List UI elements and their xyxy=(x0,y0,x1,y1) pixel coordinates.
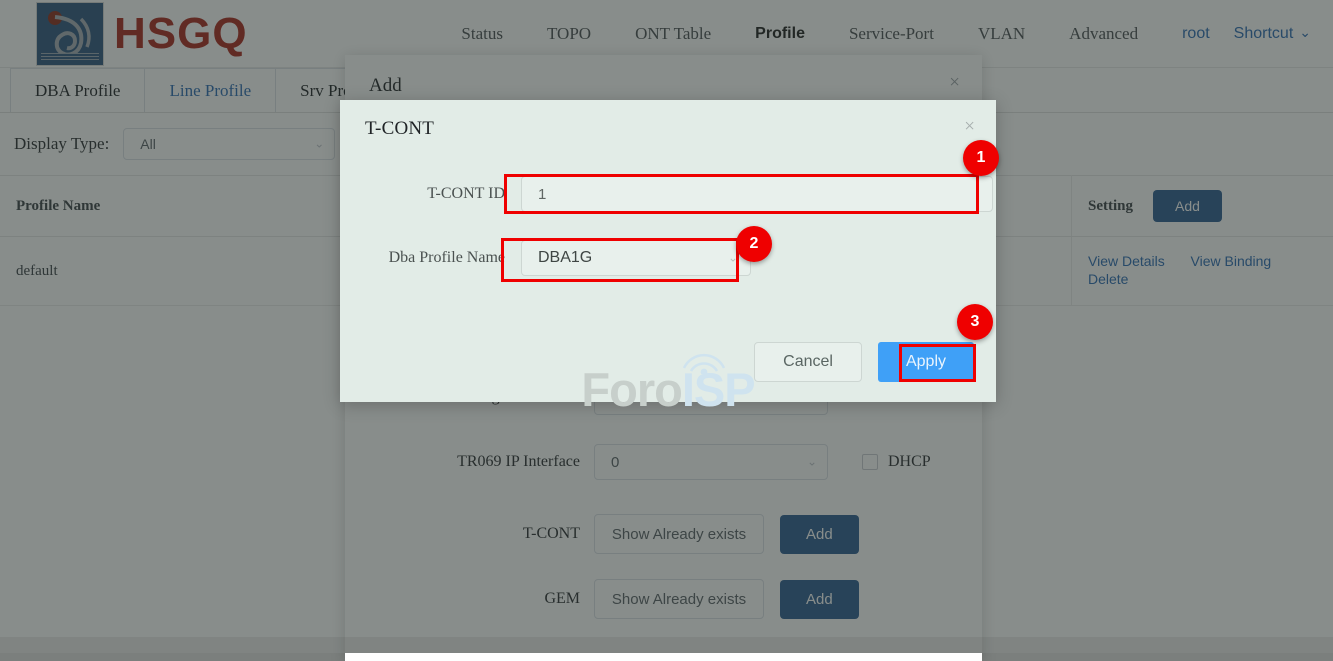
cancel-button[interactable]: Cancel xyxy=(754,342,862,382)
tcont-id-input[interactable]: 1 xyxy=(521,176,993,212)
tcont-dialog-footer: Cancel Apply xyxy=(754,342,974,382)
page-bottom-strip xyxy=(0,637,1333,653)
dba-profile-name-value: DBA1G xyxy=(522,249,592,267)
tcont-id-label: T-CONT ID xyxy=(340,185,521,203)
dba-profile-name-row: Dba Profile Name DBA1G ⌄ xyxy=(340,240,996,276)
wifi-icon xyxy=(676,348,732,374)
tcont-dialog: T-CONT × ForoISP T-CONT ID 1 Dba Profile… xyxy=(340,100,996,402)
tcont-id-row: T-CONT ID 1 xyxy=(340,176,996,212)
dba-profile-name-select[interactable]: DBA1G ⌄ xyxy=(521,240,751,276)
tcont-dialog-title: T-CONT xyxy=(340,100,996,140)
chevron-down-icon: ⌄ xyxy=(728,251,738,266)
close-icon[interactable]: × xyxy=(964,117,975,136)
apply-button[interactable]: Apply xyxy=(878,342,974,382)
annotation-badge-3: 3 xyxy=(957,304,993,340)
annotation-badge-2: 2 xyxy=(736,226,772,262)
tcont-id-value: 1 xyxy=(522,186,546,203)
dba-profile-name-label: Dba Profile Name xyxy=(340,249,521,267)
annotation-badge-1: 1 xyxy=(963,140,999,176)
